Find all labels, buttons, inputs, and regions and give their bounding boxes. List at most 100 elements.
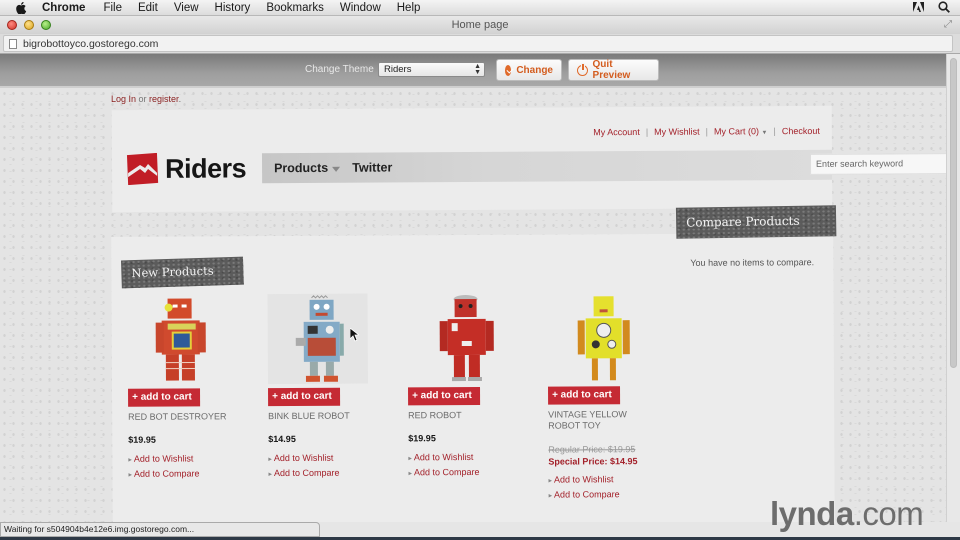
special-price: Special Price: $14.95	[548, 456, 638, 467]
page-icon	[9, 38, 17, 49]
screen: Chrome File Edit View History Bookmarks …	[0, 0, 960, 540]
page-scrollbar[interactable]	[946, 54, 960, 522]
compare-empty-text: You have no items to compare.	[690, 257, 815, 268]
product-name[interactable]: BINK BLUE ROBOT	[268, 410, 398, 422]
product-image-vintage-yellow-robot[interactable]	[548, 292, 648, 383]
menu-app-chrome[interactable]: Chrome	[42, 2, 85, 14]
compare-products-heading: Compare Products	[675, 205, 837, 239]
add-to-compare-link[interactable]: Add to Compare	[128, 467, 200, 482]
spotlight-search-icon[interactable]	[938, 1, 950, 13]
quit-preview-button[interactable]: Quit Preview	[568, 59, 659, 81]
separator: |	[773, 126, 776, 137]
regular-price: Regular Price: $19.95	[548, 444, 636, 455]
search-placeholder: Enter search keyword	[816, 158, 904, 169]
menu-history[interactable]: History	[215, 2, 251, 14]
add-to-wishlist-link[interactable]: Add to Wishlist	[548, 473, 619, 488]
fullscreen-icon[interactable]: ⤢	[944, 19, 952, 30]
product-name[interactable]: VINTAGE YELLOW ROBOT TOY	[548, 409, 638, 431]
change-button-label: Change	[516, 64, 553, 76]
url-text[interactable]: bigrobottoyco.gostorego.com	[23, 38, 158, 50]
product-links: Add to Wishlist Add to Compare	[408, 451, 480, 480]
auth-links: Log In or register.	[111, 94, 181, 104]
mouse-cursor-icon	[350, 328, 359, 342]
quit-button-label: Quit Preview	[592, 59, 631, 81]
menu-edit[interactable]: Edit	[138, 2, 158, 14]
menu-window[interactable]: Window	[340, 2, 381, 14]
product-price: $19.95	[408, 433, 436, 444]
separator: |	[645, 126, 649, 137]
product-name[interactable]: RED ROBOT	[408, 410, 538, 422]
chevron-down-icon: ▼	[761, 130, 768, 137]
chevron-down-icon	[332, 166, 341, 172]
menu-file[interactable]: File	[103, 2, 122, 14]
product-price: $19.95	[128, 434, 156, 445]
product-links: Add to Wishlist Add to Compare	[548, 473, 620, 503]
logo-text: Riders	[164, 152, 247, 184]
window-titlebar: Home page ⤢	[0, 16, 960, 34]
product-image-red-bot-destroyer[interactable]	[128, 294, 228, 385]
add-to-cart-button[interactable]: + add to cart	[548, 386, 621, 405]
product-card: + add to cart RED ROBOT $19.95 Add to Wi…	[408, 293, 538, 477]
watermark-bold: lynda	[770, 495, 854, 532]
login-link[interactable]: Log In	[111, 94, 136, 104]
product-card: + add to cart RED BOT DESTROYER $19.95 A…	[128, 294, 258, 478]
add-to-wishlist-link[interactable]: Add to Wishlist	[408, 451, 479, 466]
menu-bookmarks[interactable]: Bookmarks	[266, 2, 324, 14]
watermark-rest: .com	[853, 495, 924, 532]
lynda-watermark: lynda.com	[770, 495, 924, 533]
apple-icon[interactable]	[14, 1, 28, 14]
new-products-heading: New Products	[120, 256, 244, 289]
address-bar[interactable]: bigrobottoyco.gostorego.com	[3, 35, 953, 52]
checkout-link[interactable]: Checkout	[782, 126, 820, 136]
product-price: $14.95	[268, 433, 296, 445]
nav-products[interactable]: Products	[274, 160, 341, 176]
period-text: .	[178, 94, 182, 104]
main-nav: Products Twitter Enter search keyword Go	[261, 149, 946, 184]
nav-products-label: Products	[274, 160, 329, 176]
add-to-compare-link[interactable]: Add to Compare	[268, 466, 340, 481]
store-header: My Account | My Wishlist | My Cart (0) ▼…	[111, 105, 946, 213]
store-page: Log In or register. My Account | My Wish…	[0, 88, 946, 522]
select-arrows-icon: ▲ ▼	[474, 63, 481, 76]
search-input[interactable]: Enter search keyword	[809, 152, 946, 175]
product-links: Add to Wishlist Add to Compare	[128, 452, 200, 482]
my-cart-dropdown[interactable]: My Cart (0) ▼	[714, 126, 768, 136]
adobe-icon[interactable]	[913, 1, 924, 13]
change-theme-button[interactable]: Change	[496, 59, 562, 81]
add-to-wishlist-link[interactable]: Add to Wishlist	[128, 452, 199, 467]
product-name[interactable]: RED BOT DESTROYER	[128, 411, 258, 423]
mac-menubar: Chrome File Edit View History Bookmarks …	[0, 0, 960, 16]
add-to-cart-button[interactable]: + add to cart	[408, 386, 481, 406]
store-logo[interactable]: Riders	[126, 152, 247, 186]
product-image-red-robot[interactable]	[408, 293, 508, 384]
account-links: My Account | My Wishlist | My Cart (0) ▼…	[593, 126, 820, 137]
or-text: or	[136, 94, 150, 104]
my-cart-link[interactable]: My Cart (0)	[714, 126, 759, 136]
power-icon	[577, 62, 588, 76]
scrollbar-thumb[interactable]	[950, 58, 957, 368]
add-to-cart-button[interactable]: + add to cart	[268, 387, 341, 407]
add-to-compare-link[interactable]: Add to Compare	[408, 465, 480, 480]
nav-twitter-label: Twitter	[352, 160, 393, 175]
separator: |	[705, 126, 709, 137]
change-theme-label: Change Theme	[305, 64, 374, 75]
theme-preview-toolbar: Change Theme Riders ▲ ▼ Change Quit Previ…	[0, 54, 946, 88]
add-to-wishlist-link[interactable]: Add to Wishlist	[268, 452, 339, 467]
add-to-cart-button[interactable]: + add to cart	[128, 388, 201, 407]
menu-view[interactable]: View	[174, 2, 199, 14]
my-account-link[interactable]: My Account	[593, 127, 640, 137]
register-link[interactable]: register	[149, 94, 179, 104]
theme-select[interactable]: Riders ▲ ▼	[378, 62, 485, 77]
product-card: + add to cart BINK BLUE ROBOT $14.95 Add…	[267, 293, 398, 478]
menu-help[interactable]: Help	[397, 2, 421, 14]
check-circle-icon	[505, 64, 512, 76]
window-title: Home page	[451, 19, 509, 31]
add-to-compare-link[interactable]: Add to Compare	[549, 488, 620, 503]
riders-logo-icon	[126, 152, 159, 186]
my-wishlist-link[interactable]: My Wishlist	[654, 127, 700, 137]
nav-twitter[interactable]: Twitter	[352, 160, 392, 174]
product-card: + add to cart VINTAGE YELLOW ROBOT TOY R…	[548, 292, 678, 499]
theme-select-value: Riders	[384, 64, 412, 75]
product-links: Add to Wishlist Add to Compare	[268, 452, 340, 481]
address-bar-container: bigrobottoyco.gostorego.com	[0, 34, 960, 54]
